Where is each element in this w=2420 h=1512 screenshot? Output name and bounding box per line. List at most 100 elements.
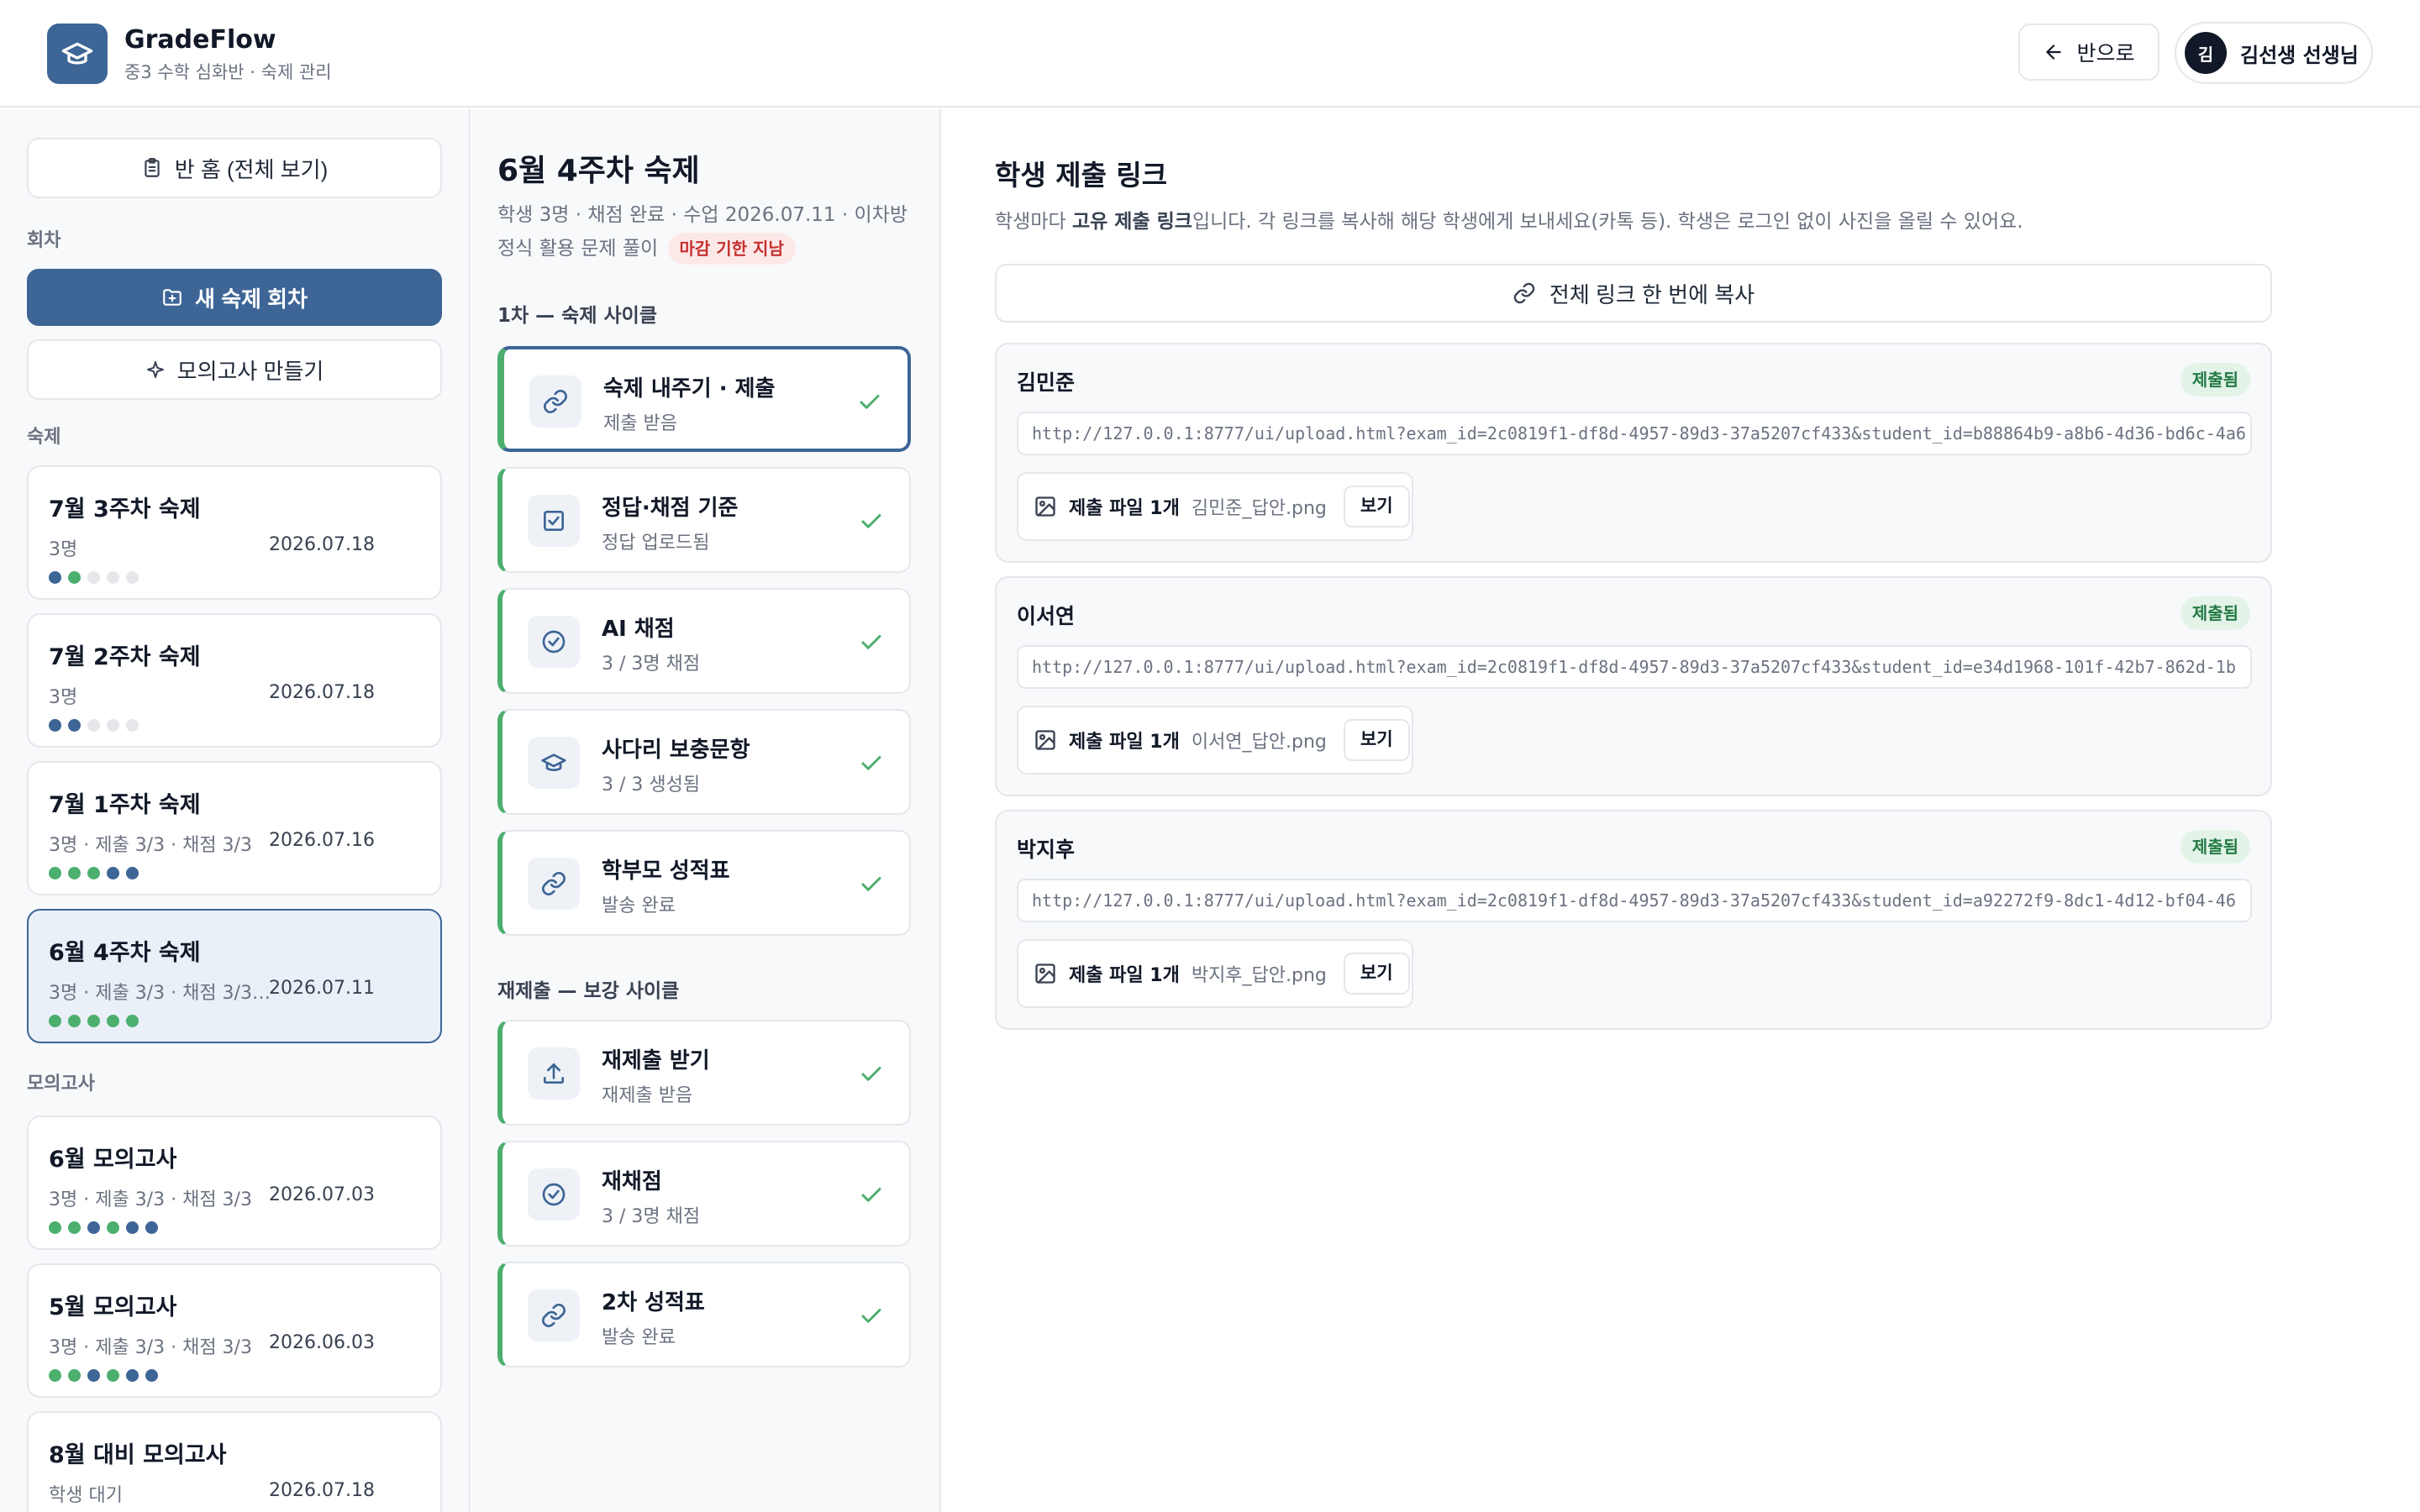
progress-dot [87,1221,100,1234]
create-mock-exam-button[interactable]: 모의고사 만들기 [27,339,442,400]
homework-card-meta: 3명 [49,687,78,708]
progress-dot [49,1015,61,1027]
step-title: 재제출 받기 [602,1048,710,1074]
student-name: 이서연 [1017,604,1076,628]
progress-dot [87,1369,100,1382]
status-badge: 제출됨 [2180,830,2250,864]
step-title: 재채점 [602,1169,662,1194]
check-icon [861,1067,881,1081]
homework-card-meta: 3명 [49,539,78,560]
image-icon [1035,963,1055,984]
brand-name: GradeFlow [124,25,276,55]
homework-card-meta: 3명 · 제출 3/3 · 채점 3/3 [49,835,252,856]
mock-card-meta: 학생 대기 [49,1485,123,1506]
new-round-button[interactable]: 새 숙제 회차 [27,269,442,326]
status-badge: 제출됨 [2180,596,2250,630]
mock-exam-card[interactable]: 5월 모의고사 3명 · 제출 3/3 · 채점 3/3 2026.06.03 [27,1263,442,1398]
desc-post: 입니다. 각 링크를 복사해 해당 학생에게 보내세요(카톡 등). 학생은 로… [1192,211,2023,233]
step-title: 학부모 성적표 [602,858,730,884]
class-subtitle: 중3 수학 심화반 · 숙제 관리 [124,62,332,82]
homework-card[interactable]: 7월 1주차 숙제 3명 · 제출 3/3 · 채점 3/3 2026.07.1… [27,761,442,895]
step-assign-submit[interactable]: 숙제 내주기 · 제출 제출 받음 [497,346,911,452]
folder-plus-icon [163,289,182,306]
submission-links-panel: 학생 제출 링크 학생마다 고유 제출 링크입니다. 각 링크를 복사해 해당 … [943,109,2420,1512]
step-ladder-problems[interactable]: 사다리 보충문항 3 / 3 생성됨 [497,709,911,815]
mock-exam-card[interactable]: 6월 모의고사 3명 · 제출 3/3 · 채점 3/3 2026.07.03 [27,1116,442,1250]
progress-dot [68,1221,81,1234]
round-description: 학생 3명 · 채점 완료 · 수업 2026.07.11 · 이차방정식 활용… [497,198,918,265]
file-name: 이서연_답안.png [1191,732,1327,753]
step-icon-box [529,375,581,428]
homework-card[interactable]: 7월 3주차 숙제 3명 2026.07.18 [27,465,442,600]
homework-card-date: 2026.07.16 [269,830,375,851]
copy-all-links-button[interactable]: 전체 링크 한 번에 복사 [995,264,2272,323]
progress-dot [68,867,81,879]
homework-card-title: 6월 4주차 숙제 [49,940,201,966]
check-circle-icon [542,630,566,654]
homework-card-date: 2026.07.18 [269,682,375,703]
checkbox-icon [544,511,564,531]
submission-link-field[interactable]: http://127.0.0.1:8777/ui/upload.html?exa… [1017,645,2252,689]
homework-card-title: 7월 1주차 숙제 [49,792,201,818]
progress-dot [49,1369,61,1382]
back-to-class-button[interactable]: 반으로 [2018,24,2160,81]
submitted-file: 제출 파일 1개 김민준_답안.png 보기 [1017,472,1413,541]
panel-title: 학생 제출 링크 [995,159,1168,192]
homework-card[interactable]: 7월 2주차 숙제 3명 2026.07.18 [27,613,442,748]
step-title: 사다리 보충문항 [602,738,750,763]
progress-dot [107,1015,119,1027]
mock-exam-card[interactable]: 8월 대비 모의고사 학생 대기 2026.07.18 [27,1411,442,1512]
image-icon [1035,496,1055,517]
view-file-button[interactable]: 보기 [1343,953,1410,995]
app-header: GradeFlow 중3 수학 심화반 · 숙제 관리 반으로 김 김선생 선생… [0,0,2420,108]
submission-link-field[interactable]: http://127.0.0.1:8777/ui/upload.html?exa… [1017,412,2252,455]
progress-dot [145,1369,158,1382]
class-home-button[interactable]: 반 홈 (전체 보기) [27,138,442,198]
progress-dot [107,571,119,584]
progress-dot [126,867,139,879]
round-detail-panel: 6월 4주차 숙제 학생 3명 · 채점 완료 · 수업 2026.07.11 … [472,109,941,1512]
step-parent-report[interactable]: 학부모 성적표 발송 완료 [497,830,911,936]
step-title: 숙제 내주기 · 제출 [603,376,776,402]
file-count-label: 제출 파일 1개 [1069,498,1180,519]
submitted-file: 제출 파일 1개 박지후_답안.png 보기 [1017,939,1413,1008]
submission-link-field[interactable]: http://127.0.0.1:8777/ui/upload.html?exa… [1017,879,2252,922]
progress-dot [107,1369,119,1382]
user-menu[interactable]: 김 김선생 선생님 [2175,22,2373,84]
student-card: 이서연 제출됨 http://127.0.0.1:8777/ui/upload.… [995,576,2272,796]
progress-dot [68,719,81,732]
step-resubmit[interactable]: 재제출 받기 재제출 받음 [497,1020,911,1126]
check-icon [861,1309,881,1323]
step-status: 3 / 3 생성됨 [602,774,701,795]
step-icon-box [528,737,580,789]
progress-dot [107,1221,119,1234]
step-regrade[interactable]: 재채점 3 / 3명 채점 [497,1141,911,1247]
step-status: 재제출 받음 [602,1085,693,1106]
link-icon [542,872,566,895]
step-answer-key[interactable]: 정답·채점 기준 정답 업로드됨 [497,467,911,573]
user-name: 김선생 선생님 [2240,43,2359,67]
view-file-button[interactable]: 보기 [1343,486,1410,528]
progress-dot [107,867,119,879]
mock-card-date: 2026.06.03 [269,1332,375,1353]
view-file-button[interactable]: 보기 [1343,719,1410,761]
homework-card-selected[interactable]: 6월 4주차 숙제 3명 · 제출 3/3 · 채점 3/3 · 완료 2026… [27,909,442,1043]
progress-dot [49,719,61,732]
file-count-label: 제출 파일 1개 [1069,965,1180,986]
homework-card-title: 7월 3주차 숙제 [49,496,201,522]
homework-card-meta: 3명 · 제출 3/3 · 채점 3/3 · 완료 [49,983,276,1004]
progress-dot [49,571,61,584]
step-title: 정답·채점 기준 [602,496,739,521]
step-ai-grading[interactable]: AI 채점 3 / 3명 채점 [497,588,911,694]
link-icon [544,390,567,413]
step-status: 발송 완료 [602,1327,676,1348]
graduation-cap-icon [61,42,93,65]
link-icon [1513,282,1535,304]
file-name: 김민준_답안.png [1191,498,1327,519]
progress-dot [87,1015,100,1027]
cycle1-label: 1차 — 숙제 사이클 [497,305,657,327]
mock-card-meta: 3명 · 제출 3/3 · 채점 3/3 [49,1189,252,1210]
copy-all-label: 전체 링크 한 번에 복사 [1549,281,1755,307]
check-icon [861,756,881,770]
step-second-report[interactable]: 2차 성적표 발송 완료 [497,1262,911,1368]
